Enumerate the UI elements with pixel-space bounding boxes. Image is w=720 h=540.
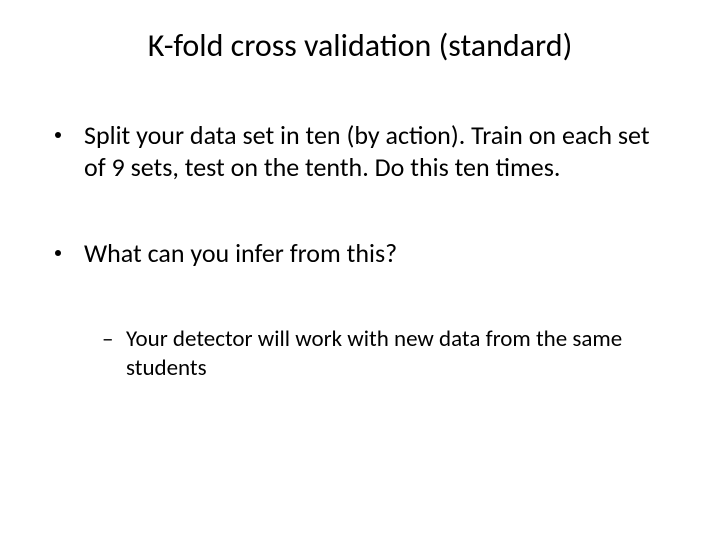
bullet-item: Split your data set in ten (by action). … [50,120,670,183]
bullet-text: Split your data set in ten (by action). … [84,120,670,183]
slide-title: K-fold cross validation (standard) [50,26,670,65]
sub-bullet-item: – Your detector will work with new data … [102,325,670,383]
bullet-marker-icon [50,120,84,138]
sub-bullet-text: Your detector will work with new data fr… [126,325,670,383]
dash-marker-icon: – [102,325,126,354]
bullet-text: What can you infer from this? [84,238,670,270]
bullet-marker-icon [50,238,84,256]
bullet-item: What can you infer from this? [50,238,670,270]
